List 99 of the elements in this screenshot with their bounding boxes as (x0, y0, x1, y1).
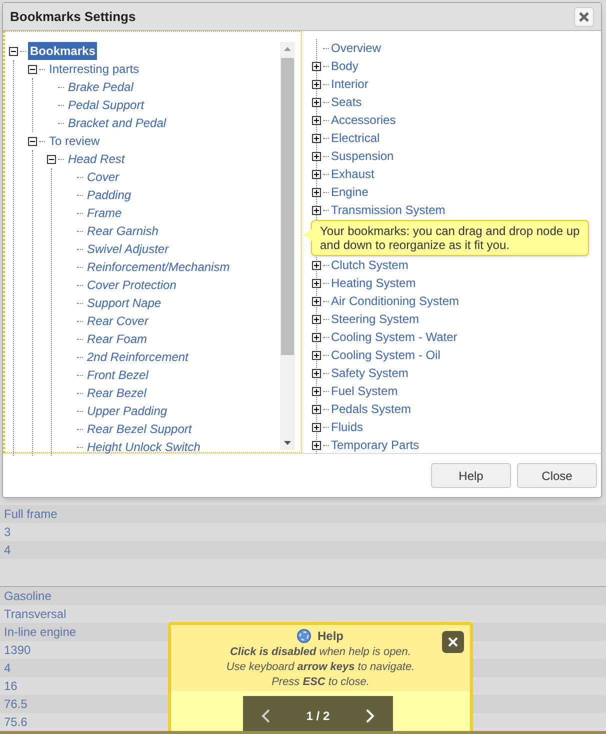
expand-icon[interactable] (312, 98, 321, 106)
table-cell-text: 4 (4, 660, 11, 677)
tree-item[interactable]: Fluids (331, 418, 364, 436)
tree-item[interactable]: Rear Garnish (85, 222, 160, 240)
tree-item[interactable]: Bracket and Pedal (66, 114, 168, 132)
tree-item[interactable]: Padding (85, 186, 134, 204)
close-icon (579, 12, 589, 22)
tree-item[interactable]: To review (47, 132, 102, 150)
help-icon (297, 629, 312, 643)
tree-item[interactable]: Pedals System (331, 400, 412, 418)
scrollbar[interactable] (280, 42, 295, 450)
tree-item[interactable]: Front Bezel (85, 366, 150, 384)
tree-item[interactable]: Reinforcement/Mechanism (85, 258, 232, 276)
next-icon[interactable] (366, 709, 375, 723)
tree-item[interactable]: Safety System (331, 364, 408, 382)
dialog-button[interactable]: Close (517, 463, 597, 488)
tree-item[interactable]: Clutch System (331, 256, 408, 274)
table-cell-text: 16 (4, 678, 18, 695)
tree-item[interactable]: Rear Cover (85, 312, 150, 330)
tooltip-pointer (303, 229, 312, 241)
tree-item[interactable]: Cooling System - Oil (331, 346, 440, 364)
expand-icon[interactable] (312, 296, 321, 306)
close-button[interactable] (442, 631, 464, 653)
tree-item[interactable]: Air Conditioning System (331, 292, 460, 310)
expand-icon[interactable] (312, 314, 321, 324)
expand-icon[interactable] (312, 260, 321, 270)
page-indicator: 1 / 2 (306, 708, 330, 725)
tree-item[interactable]: Overview (331, 39, 382, 57)
tree-item[interactable]: Height Unlock Switch (85, 438, 202, 456)
tree-item[interactable]: Upper Padding (85, 402, 170, 420)
table-cell-text: Full frame (4, 506, 58, 523)
window-title: Bookmarks Settings (10, 8, 136, 26)
expand-icon[interactable] (312, 278, 321, 288)
tree-item[interactable]: Heating System (331, 274, 416, 292)
table-cell-text: 3 (4, 524, 11, 541)
tree-item[interactable]: Engine (331, 183, 368, 201)
tree-item[interactable]: Frame (85, 204, 124, 222)
expand-icon[interactable] (312, 350, 321, 360)
expand-icon[interactable] (312, 62, 321, 70)
tree-item[interactable]: Steering System (331, 310, 420, 328)
help-text: Use keyboard arrow keys to navigate. (226, 660, 415, 675)
tree-item[interactable]: Support Nape (85, 294, 164, 312)
table-cell-text: 76.5 (4, 696, 28, 713)
table-cell-text: Transversal (4, 606, 66, 623)
expand-icon[interactable] (312, 332, 321, 342)
tree-item[interactable]: Suspension (331, 147, 394, 165)
expand-icon[interactable] (312, 386, 321, 396)
expand-icon[interactable] (312, 170, 321, 178)
expand-icon[interactable] (312, 440, 321, 450)
tree-item[interactable]: Exhaust (331, 165, 374, 183)
table-cell-text: 4 (4, 542, 11, 559)
collapse-icon[interactable] (47, 154, 56, 164)
collapse-icon[interactable] (28, 64, 37, 74)
tree-item[interactable]: Swivel Adjuster (85, 240, 171, 258)
help-text: Click is disabled when help is open. (230, 645, 411, 660)
tree-item[interactable]: Interresting parts (47, 60, 142, 78)
expand-icon[interactable] (312, 116, 321, 124)
tree-item[interactable]: Fuel System (331, 382, 398, 400)
dialog-button[interactable]: Help (431, 463, 511, 488)
tree-item[interactable]: Cover Protection (85, 276, 178, 294)
tree-item[interactable]: Seats (331, 93, 362, 111)
table-cell-text: 75.6 (4, 714, 28, 731)
close-icon (448, 637, 458, 647)
table-cell-text: Gasoline (4, 588, 52, 605)
collapse-icon[interactable] (9, 46, 18, 56)
scrollbar-thumb[interactable] (281, 58, 294, 355)
tree-item[interactable]: 2nd Reinforcement (85, 348, 190, 366)
tree-item[interactable]: Rear Bezel Support (85, 420, 194, 438)
tree-item[interactable]: Accessories (331, 111, 396, 129)
tree-item[interactable]: Cooling System - Water (331, 328, 458, 346)
expand-icon[interactable] (312, 152, 321, 160)
tree-item[interactable]: Transmission System (331, 201, 446, 219)
collapse-icon[interactable] (28, 136, 37, 146)
expand-icon[interactable] (312, 134, 321, 142)
tree-item[interactable]: Electrical (331, 129, 380, 147)
close-button[interactable] (574, 6, 594, 26)
expand-icon[interactable] (312, 404, 321, 414)
expand-icon[interactable] (312, 368, 321, 378)
scroll-down-icon[interactable] (284, 441, 291, 445)
tree-item[interactable]: Brake Pedal (66, 78, 136, 96)
tree-item[interactable]: Body (331, 57, 358, 75)
tree-item[interactable]: Rear Foam (85, 330, 150, 348)
tree-item[interactable]: Head Rest (66, 150, 127, 168)
previous-icon[interactable] (261, 709, 270, 723)
table-cell-text: In-line engine (4, 624, 76, 641)
tree-item[interactable]: Pedal Support (66, 96, 146, 114)
tree-item[interactable]: Cover (85, 168, 122, 186)
help-title: Help (317, 628, 344, 645)
tree-item[interactable]: Bookmarks (28, 42, 98, 60)
expand-icon[interactable] (312, 206, 321, 214)
tree-item[interactable]: Temporary Parts (331, 436, 420, 454)
tree-item[interactable]: Interior (331, 75, 368, 93)
expand-icon[interactable] (312, 422, 321, 432)
table-cell-text: 1390 (4, 642, 31, 659)
help-text: Press ESC to close. (272, 675, 370, 690)
expand-icon[interactable] (312, 188, 321, 196)
expand-icon[interactable] (312, 80, 321, 88)
tooltip: Your bookmarks: you can drag and drop node up and down to reorganize as it fit you. (311, 220, 589, 256)
tree-item[interactable]: Rear Bezel (85, 384, 148, 402)
